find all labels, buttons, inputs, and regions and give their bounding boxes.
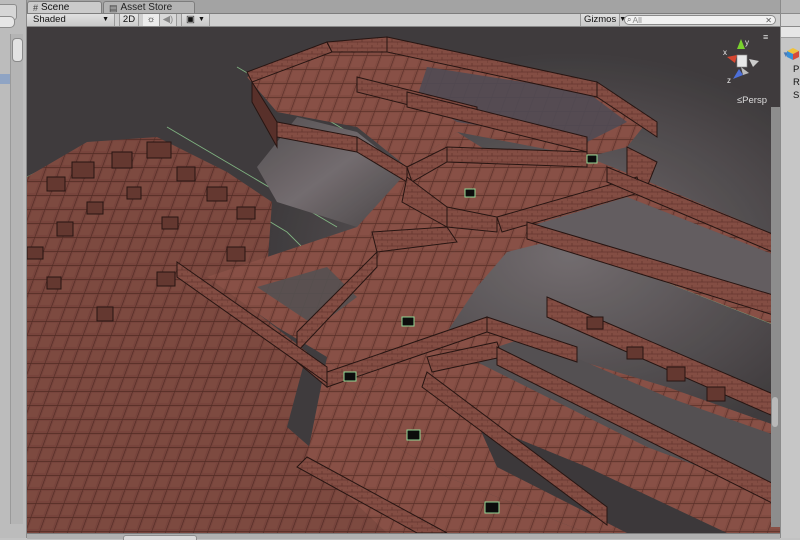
gizmo-x-label: x — [723, 48, 727, 57]
inspector-header — [781, 27, 800, 38]
projection-label[interactable]: ≤Persp — [719, 95, 767, 106]
left-panel-strip — [0, 0, 27, 538]
inspector-tab-bar — [781, 0, 800, 14]
scene-search-input[interactable]: ⌕ All ✕ — [624, 15, 776, 25]
search-icon: ⌕ — [627, 15, 632, 24]
gizmo-axis-x-cone[interactable] — [727, 55, 737, 63]
toggle-2d-button[interactable]: 2D — [119, 14, 139, 26]
viewport-scrollbar[interactable] — [771, 107, 780, 527]
dropdown-caret-icon: ▼ — [198, 16, 205, 23]
scene-render[interactable] — [27, 27, 780, 533]
orientation-gizmo[interactable]: y x z — [719, 35, 771, 91]
dropdown-caret-icon: ▼ — [102, 16, 109, 23]
shading-mode-value: Shaded — [33, 14, 66, 25]
gizmo-axis-z-cone[interactable] — [733, 69, 743, 79]
left-panel-selected-row[interactable] — [0, 74, 10, 84]
scene-audio-toggle[interactable]: ◀) — [160, 14, 177, 26]
view-menu-icon[interactable]: ≡ — [763, 33, 773, 43]
asset-store-icon: ▤ — [109, 2, 118, 13]
inspector-panel-strip: ▼ P R S — [780, 0, 800, 538]
scene-grid-icon: # — [33, 2, 39, 13]
scene-effects-dropdown[interactable]: ▣ ▼ — [181, 14, 210, 26]
projection-text: Persp — [742, 95, 767, 106]
gizmo-y-label: y — [745, 38, 749, 47]
viewport-scroll-thumb[interactable] — [772, 397, 778, 427]
inspector-position-label: P — [793, 64, 800, 75]
gizmo-axis-y-cone[interactable] — [737, 39, 745, 49]
speaker-icon: ◀) — [162, 14, 174, 25]
gizmos-label: Gizmos — [584, 14, 617, 25]
transform-cube-icon — [787, 48, 799, 60]
left-panel-scroll-thumb[interactable] — [12, 38, 23, 62]
left-panel-search-field[interactable] — [0, 16, 15, 28]
scene-lighting-toggle[interactable]: ☼ — [143, 14, 160, 26]
gizmos-dropdown[interactable]: Gizmos ▼ — [580, 14, 626, 26]
clear-search-icon[interactable]: ✕ — [765, 16, 772, 26]
inspector-rotation-label: R — [793, 77, 800, 88]
tab-asset-store-label: Asset Store — [120, 1, 173, 13]
scene-viewport[interactable]: y x z ≡ ≤Persp — [27, 27, 780, 533]
scene-window: # Scene ▤ Asset Store Shaded ▼ 2D ☼ ◀) ▣… — [27, 0, 780, 540]
inspector-toolbar — [781, 14, 800, 27]
shading-mode-dropdown[interactable]: Shaded ▼ — [27, 14, 115, 26]
toggle-2d-label: 2D — [122, 14, 136, 25]
tab-asset-store[interactable]: ▤ Asset Store — [103, 1, 195, 13]
gizmo-z-label: z — [727, 76, 731, 85]
image-icon: ▣ — [186, 14, 196, 25]
window-tab-bar: # Scene ▤ Asset Store — [27, 0, 780, 14]
scene-toolbar: Shaded ▼ 2D ☼ ◀) ▣ ▼ Gizmos ▼ ⌕ All ✕ — [27, 14, 780, 27]
left-panel-scrollbar[interactable] — [10, 34, 23, 524]
search-placeholder: All — [632, 15, 642, 25]
tab-scene[interactable]: # Scene — [27, 1, 102, 13]
tab-scene-label: Scene — [41, 1, 70, 13]
sun-icon: ☼ — [146, 14, 156, 25]
inspector-scale-label: S — [793, 90, 800, 101]
gizmo-center-cube[interactable] — [736, 54, 748, 68]
